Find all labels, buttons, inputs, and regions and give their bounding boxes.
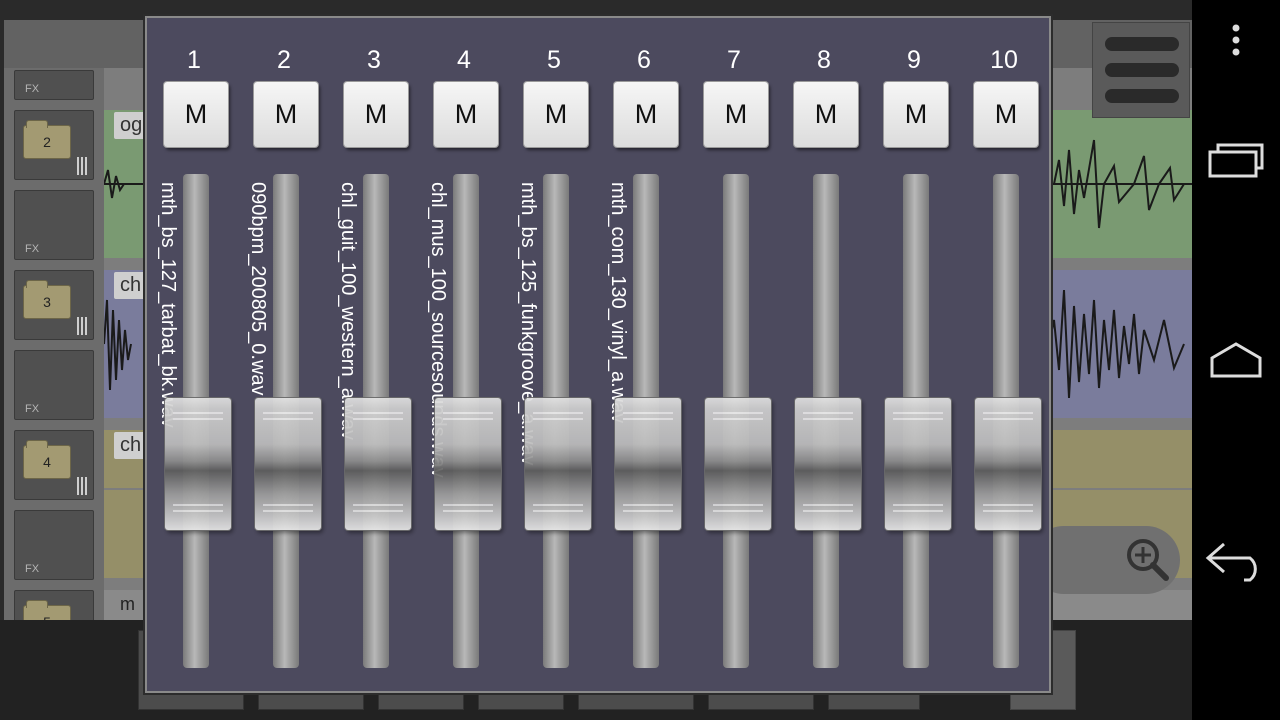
folder-icon: 4 xyxy=(23,440,71,479)
mute-button[interactable]: M xyxy=(254,82,318,147)
fader-knob[interactable] xyxy=(885,398,951,531)
clip-label: ch xyxy=(114,432,148,459)
channel-number: 5 xyxy=(547,46,561,74)
channel-file-name: mth_bs_127_tarbat_bk.wav xyxy=(157,182,179,428)
mute-button[interactable]: M xyxy=(614,82,678,147)
folder-icon: 3 xyxy=(23,280,71,319)
channel-file-name: 090bpm_200805_0.wav xyxy=(247,182,269,396)
mute-button[interactable]: M xyxy=(704,82,768,147)
fx-button[interactable]: FX xyxy=(14,70,94,100)
channel-number: 9 xyxy=(907,46,921,74)
mixer-channel-7: 7 M xyxy=(689,18,779,695)
fader-knob[interactable] xyxy=(705,398,771,531)
mute-button[interactable]: M xyxy=(794,82,858,147)
track-button-4[interactable]: 4 xyxy=(14,430,94,500)
mixer-channel-3: 3 M chl_guit_100_western_a.wav xyxy=(329,18,419,695)
home-icon[interactable] xyxy=(1192,330,1280,390)
channel-file-name: mth_com_130_vinyl_a.wav xyxy=(607,182,629,424)
mixer-channel-5: 5 M mth_bs_125_funkgroove_a.wav xyxy=(509,18,599,695)
mute-button[interactable]: M xyxy=(344,82,408,147)
mixer-channel-2: 2 M 090bpm_200805_0.wav xyxy=(239,18,329,695)
track-button-2[interactable]: 2 xyxy=(14,110,94,180)
fx-button[interactable]: FX xyxy=(14,190,94,260)
recent-apps-icon[interactable] xyxy=(1192,130,1280,190)
channel-number: 8 xyxy=(817,46,831,74)
zoom-control[interactable] xyxy=(1030,526,1180,594)
channel-number: 2 xyxy=(277,46,291,74)
mixer-channel-4: 4 M chl_mus_100_sourcesounds.wav xyxy=(419,18,509,695)
fx-button[interactable]: FX xyxy=(14,510,94,580)
mute-button[interactable]: M xyxy=(164,82,228,147)
mute-button[interactable]: M xyxy=(524,82,588,147)
zoom-in-icon[interactable] xyxy=(1124,536,1170,582)
back-icon[interactable] xyxy=(1192,530,1280,590)
drag-handle-icon[interactable] xyxy=(77,317,89,335)
fader-knob[interactable] xyxy=(615,398,681,531)
fx-button[interactable]: FX xyxy=(14,350,94,420)
mixer-channel-1: 1 M mth_bs_127_tarbat_bk.wav xyxy=(149,18,239,695)
channel-number: 6 xyxy=(637,46,651,74)
mute-button[interactable]: M xyxy=(884,82,948,147)
fader-knob[interactable] xyxy=(165,398,231,531)
mixer-channel-6: 6 M mth_com_130_vinyl_a.wav xyxy=(599,18,689,695)
channel-number: 4 xyxy=(457,46,471,74)
hamburger-menu-icon[interactable] xyxy=(1092,22,1190,118)
mute-button[interactable]: M xyxy=(974,82,1038,147)
mixer-channel-9: 9 M xyxy=(869,18,959,695)
channel-number: 3 xyxy=(367,46,381,74)
channel-number: 7 xyxy=(727,46,741,74)
fader-knob[interactable] xyxy=(255,398,321,531)
channel-number: 10 xyxy=(990,46,1018,74)
mute-button[interactable]: M xyxy=(434,82,498,147)
mixer-channel-10: 10 M xyxy=(959,18,1049,695)
drag-handle-icon[interactable] xyxy=(77,477,89,495)
drag-handle-icon[interactable] xyxy=(77,157,89,175)
mixer-dialog: 1 M mth_bs_127_tarbat_bk.wav 2 M 090bpm_… xyxy=(145,16,1051,693)
fader-knob[interactable] xyxy=(795,398,861,531)
fader-knob[interactable] xyxy=(525,398,591,531)
clip-label: m xyxy=(120,594,135,614)
track-controls-column: FX 2 FX 3 FX 4 FX 5 xyxy=(4,68,104,660)
folder-icon: 2 xyxy=(23,120,71,159)
mixer-channel-8: 8 M xyxy=(779,18,869,695)
overflow-menu-icon[interactable] xyxy=(1192,18,1280,62)
track-button-3[interactable]: 3 xyxy=(14,270,94,340)
fader-knob[interactable] xyxy=(435,398,501,531)
channel-number: 1 xyxy=(187,46,201,74)
fader-knob[interactable] xyxy=(345,398,411,531)
fader-knob[interactable] xyxy=(975,398,1041,531)
system-navigation-bar xyxy=(1192,0,1280,720)
